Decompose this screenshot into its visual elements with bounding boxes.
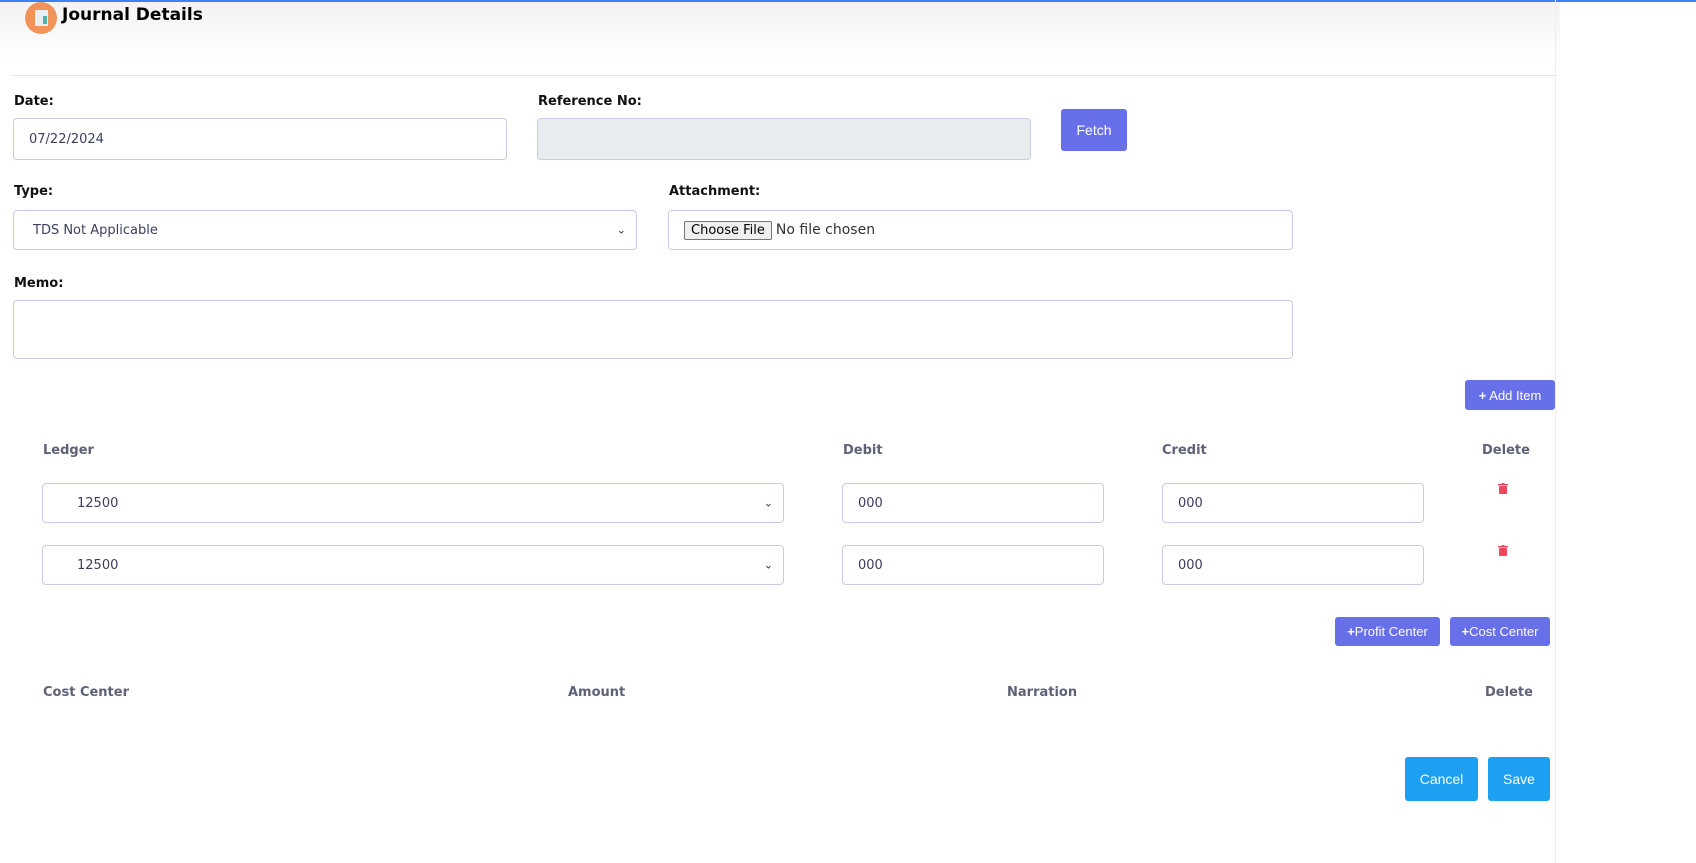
debit-input[interactable]: 000 [842,483,1104,523]
divider [13,75,1555,76]
page-header: Journal Details [0,2,1560,62]
attachment-input[interactable]: Choose File No file chosen [668,210,1293,250]
ledger-select[interactable]: 12500 ⌄ [42,483,784,523]
no-file-text: No file chosen [775,222,876,238]
credit-input[interactable]: 000 [1162,545,1424,585]
plus-icon: + [1478,387,1487,403]
trash-icon[interactable] [1498,483,1508,494]
ledger-value: 12500 [77,557,119,573]
chevron-down-icon: ⌄ [616,223,626,237]
type-label: Type: [14,184,54,199]
date-input[interactable]: 07/22/2024 [13,118,507,160]
plus-icon: + [1347,624,1355,639]
chevron-down-icon: ⌄ [763,558,773,572]
reference-input[interactable] [537,118,1031,160]
add-item-button[interactable]: + Add Item [1465,380,1555,410]
profit-center-label: Profit Center [1354,624,1428,639]
column-header-narration: Narration [1007,685,1078,700]
cancel-button[interactable]: Cancel [1405,757,1478,801]
memo-textarea[interactable] [13,300,1293,359]
page-title: Journal Details [62,5,203,25]
column-header-debit: Debit [843,443,883,458]
cost-center-label: Cost Center [1469,624,1539,639]
column-header-amount: Amount [568,685,626,700]
fetch-button[interactable]: Fetch [1061,109,1127,151]
save-button[interactable]: Save [1488,757,1550,801]
ledger-select[interactable]: 12500 ⌄ [42,545,784,585]
cost-center-button[interactable]: + Cost Center [1450,617,1550,646]
type-value: TDS Not Applicable [33,222,158,238]
add-item-label: Add Item [1489,387,1542,403]
date-label: Date: [14,94,54,109]
trash-icon[interactable] [1498,545,1508,556]
plus-icon: + [1461,624,1470,639]
calculator-icon [25,2,57,34]
chevron-down-icon: ⌄ [763,496,773,510]
profit-center-button[interactable]: + Profit Center [1335,617,1440,646]
column-header-ledger: Ledger [43,443,94,458]
choose-file-button[interactable]: Choose File [684,220,772,240]
type-select[interactable]: TDS Not Applicable ⌄ [13,210,637,250]
ledger-value: 12500 [77,495,119,511]
column-header-delete: Delete [1482,443,1530,458]
memo-label: Memo: [14,276,64,291]
column-header-delete: Delete [1485,685,1533,700]
attachment-label: Attachment: [669,184,761,199]
debit-input[interactable]: 000 [842,545,1104,585]
divider-vertical [1555,0,1556,863]
column-header-credit: Credit [1162,443,1207,458]
column-header-cost-center: Cost Center [43,685,130,700]
credit-input[interactable]: 000 [1162,483,1424,523]
reference-label: Reference No: [538,94,642,109]
